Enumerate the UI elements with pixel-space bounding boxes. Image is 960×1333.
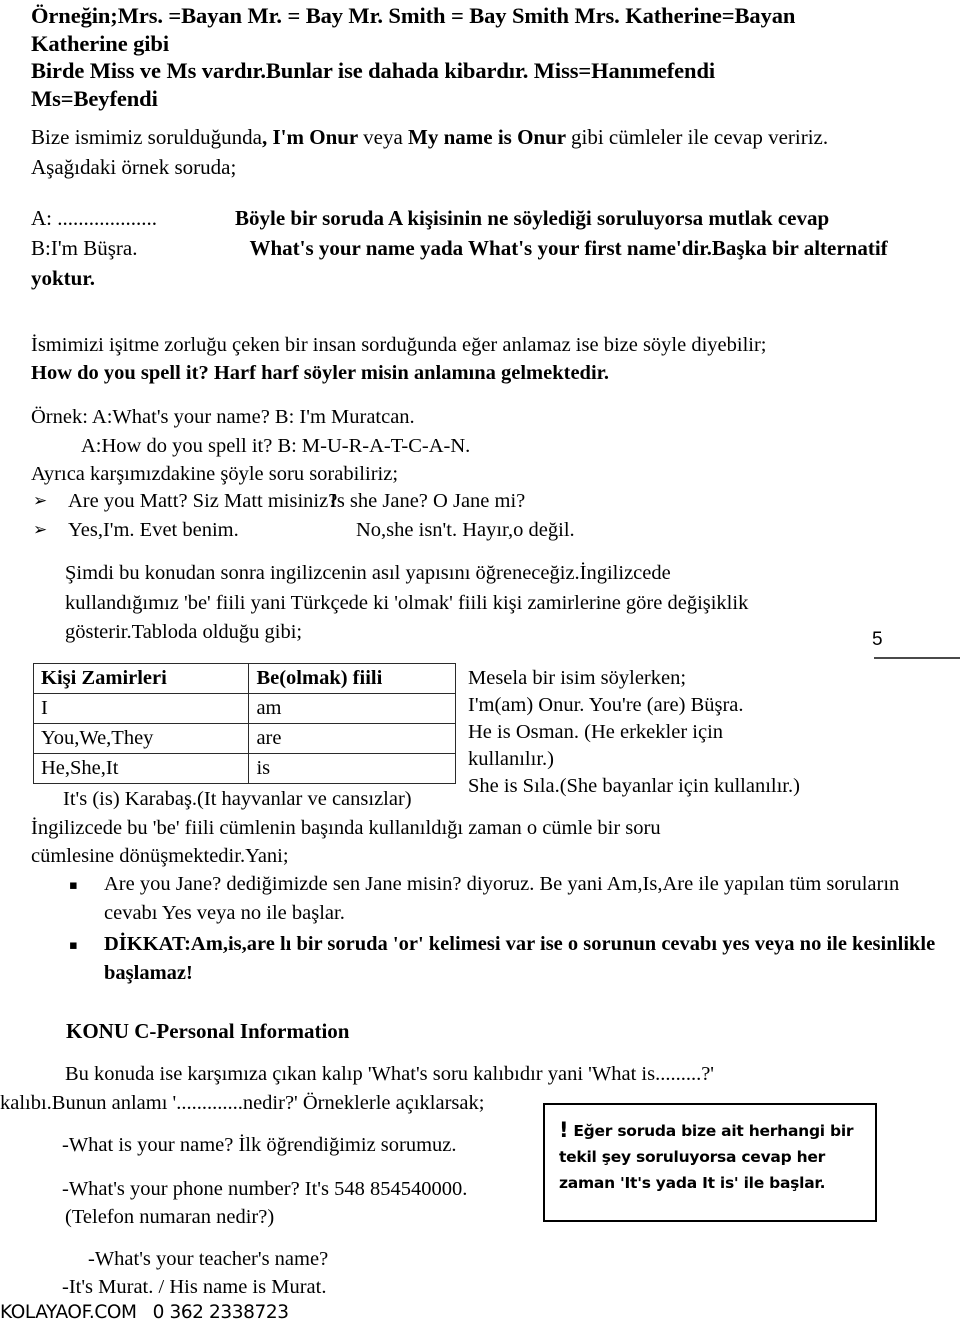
after-table-paragraph: It's (is) Karabaş.(It hayvanlar ve cansı… xyxy=(31,785,941,871)
top-heading-line-1: Örneğin;Mrs. =Bayan Mr. = Bay Mr. Smith … xyxy=(31,3,796,28)
page-number: 5 xyxy=(872,629,883,650)
table-row: You,We,They are xyxy=(32,723,456,754)
be-intro-paragraph: Şimdi bu konudan sonra ingilizcenin asıl… xyxy=(65,559,870,648)
table-cell-verb: is xyxy=(248,753,456,784)
dialogue-line-a: A: ................... Böyle bir soruda A… xyxy=(31,203,936,233)
footer-phone: 0 362 2338723 xyxy=(152,1302,289,1323)
qa-example-3-line-2: -It's Murat. / His name is Murat. xyxy=(62,1276,327,1298)
dialogue-block: A: ................... Böyle bir soruda A… xyxy=(31,203,936,293)
exclamation-icon: ! xyxy=(559,1118,569,1142)
konu-c-heading: KONU C-Personal Information xyxy=(66,1019,350,1043)
dialogue-a-answer: Böyle bir soruda A kişisinin ne söylediğ… xyxy=(235,206,830,230)
after-table-line-3: cümlesine dönüşmektedir.Yani; xyxy=(31,845,289,867)
list-item: ➢ Are you Matt? Siz Matt misiniz?Is she … xyxy=(31,487,941,516)
konu-c-line-1: Bu konuda ise karşımıza çıkan kalıp 'Wha… xyxy=(65,1063,714,1085)
arrow-row-1-left: Are you Matt? Siz Matt misiniz? xyxy=(68,490,338,512)
example-line-3: Ayrıca karşımızdakine şöyle soru sorabil… xyxy=(31,463,399,485)
dialogue-b-answer: What's your name yada What's your first … xyxy=(31,236,888,290)
square-bullet-icon: ▪ xyxy=(69,938,78,953)
arrow-bullet-list: ➢ Are you Matt? Siz Matt misiniz?Is she … xyxy=(31,487,941,545)
page-footer: KOLAYAOF.COM 0 362 2338723 xyxy=(0,1302,289,1323)
table-side-note: Mesela bir isim söylerken; I'm(am) Onur.… xyxy=(468,665,938,800)
intro-bold-2: My name is Onur xyxy=(408,125,571,149)
example-line-2-text: A:How do you spell it? B: M-U-R-A-T-C-A-… xyxy=(81,434,471,457)
intro-text-3: gibi cümleler ile cevap veririz. xyxy=(571,125,829,149)
top-heading-block: Örneğin;Mrs. =Bayan Mr. = Bay Mr. Smith … xyxy=(31,2,931,112)
page-number-rule xyxy=(874,657,960,659)
be-intro-line-1: Şimdi bu konudan sonra ingilizcenin asıl… xyxy=(65,562,671,584)
top-heading-line-2: Katherine gibi xyxy=(31,30,169,56)
qa-example-2-line-1: -What's your phone number? It's 548 8545… xyxy=(62,1178,468,1200)
after-table-line-1: It's (is) Karabaş.(It hayvanlar ve cansı… xyxy=(31,785,941,814)
spelling-line-1: İsmimizi işitme zorluğu çeken bir insan … xyxy=(31,334,767,356)
pronoun-table: Kişi Zamirleri Be(olmak) fiili I am You,… xyxy=(32,663,456,784)
arrow-bullet-icon: ➢ xyxy=(33,520,48,540)
square-bullet-icon: ▪ xyxy=(69,878,78,893)
example-block: Örnek: A:What's your name? B: I'm Muratc… xyxy=(31,403,941,489)
table-cell-verb: are xyxy=(248,723,456,754)
top-heading-line-4: Ms=Beyfendi xyxy=(31,85,158,111)
qa-example-1: -What is your name? İlk öğrendiğimiz sor… xyxy=(62,1134,457,1156)
intro-line-2: Aşağıdaki örnek soruda; xyxy=(31,155,237,179)
dialogue-a-label: A: ................... xyxy=(31,206,157,230)
example-line-2: A:How do you spell it? B: M-U-R-A-T-C-A-… xyxy=(31,432,941,461)
table-header-row: Kişi Zamirleri Be(olmak) fiili xyxy=(32,663,456,694)
intro-text-1: Bize ismimiz sorulduğunda xyxy=(31,125,262,149)
table-header-cell: Be(olmak) fiili xyxy=(248,663,456,694)
after-table-line-1-text: It's (is) Karabaş.(It hayvanlar ve cansı… xyxy=(63,788,412,810)
arrow-row-1-right: Is she Jane? O Jane mi? xyxy=(330,490,526,512)
be-intro-line-2: kullandığımız 'be' fiili yani Türkçede k… xyxy=(65,591,749,614)
list-item: ▪ Are you Jane? dediğimizde sen Jane mis… xyxy=(66,870,946,928)
table-cell-pronoun: He,She,It xyxy=(32,753,250,784)
arrow-bullet-icon: ➢ xyxy=(33,491,48,511)
callout-box: ! Eğer soruda bize ait herhangi bir tekil… xyxy=(543,1103,877,1222)
document-page: Örneğin;Mrs. =Bayan Mr. = Bay Mr. Smith … xyxy=(0,0,960,1333)
side-note-line-3: He is Osman. (He erkekler için xyxy=(468,721,724,743)
side-note-line-2: I'm(am) Onur. You're (are) Büşra. xyxy=(468,694,744,716)
intro-line-1: Bize ismimiz sorulduğunda, I'm Onur veya… xyxy=(31,122,931,152)
spelling-paragraph: İsmimizi işitme zorluğu çeken bir insan … xyxy=(31,331,941,387)
table-row: He,She,It is xyxy=(32,753,456,784)
square-bullet-list: ▪ Are you Jane? dediğimizde sen Jane mis… xyxy=(66,870,946,990)
qa-example-2: -What's your phone number? It's 548 8545… xyxy=(62,1175,552,1231)
table-cell-pronoun: You,We,They xyxy=(32,723,250,754)
example-line-1: Örnek: A:What's your name? B: I'm Muratc… xyxy=(31,406,415,428)
dialogue-b-label: B:I'm Büşra. xyxy=(31,236,138,260)
table-cell-pronoun: I xyxy=(32,693,250,724)
after-table-line-2: İngilizcede bu 'be' fiili cümlenin başın… xyxy=(31,816,661,839)
intro-bold-1: , I'm Onur xyxy=(261,125,364,149)
qa-example-3-line-1: -What's your teacher's name? xyxy=(88,1248,329,1270)
list-item: ➢ Yes,I'm. Evet benim. No,she isn't. Hayı… xyxy=(31,516,941,545)
footer-site: KOLAYAOF.COM xyxy=(0,1302,137,1323)
qa-example-2-line-2: (Telefon numaran nedir?) xyxy=(65,1206,275,1228)
table-header-cell: Kişi Zamirleri xyxy=(32,663,250,694)
qa-example-3: -What's your teacher's name? -It's Murat… xyxy=(62,1245,562,1301)
table-cell-verb: am xyxy=(248,693,456,724)
side-note-line-4: kullanılır.) xyxy=(468,748,554,770)
callout-text: Eğer soruda bize ait herhangi bir tekil … xyxy=(559,1122,854,1192)
dialogue-line-b: B:I'm Büşra. What's your name yada What's… xyxy=(31,233,936,293)
spelling-line-2: How do you spell it? Harf harf söyler mi… xyxy=(31,362,609,384)
table-row: I am xyxy=(32,693,456,724)
side-note-line-1: Mesela bir isim söylerken; xyxy=(468,667,687,689)
be-intro-line-3: gösterir.Tabloda olduğu gibi; xyxy=(65,621,303,643)
intro-paragraph: Bize ismimiz sorulduğunda, I'm Onur veya… xyxy=(31,122,931,182)
top-heading-line-3: Birde Miss ve Ms vardır.Bunlar ise dahad… xyxy=(31,58,716,83)
arrow-row-2-left: Yes,I'm. Evet benim. xyxy=(68,519,239,541)
intro-text-2: veya xyxy=(363,125,409,149)
arrow-row-2-right: No,she isn't. Hayır,o değil. xyxy=(356,519,575,541)
square-item-text: DİKKAT:Am,is,are lı bir soruda 'or' keli… xyxy=(104,933,936,984)
square-item-text: Are you Jane? dediğimizde sen Jane misin… xyxy=(104,873,900,924)
list-item: ▪ DİKKAT:Am,is,are lı bir soruda 'or' ke… xyxy=(66,930,946,988)
